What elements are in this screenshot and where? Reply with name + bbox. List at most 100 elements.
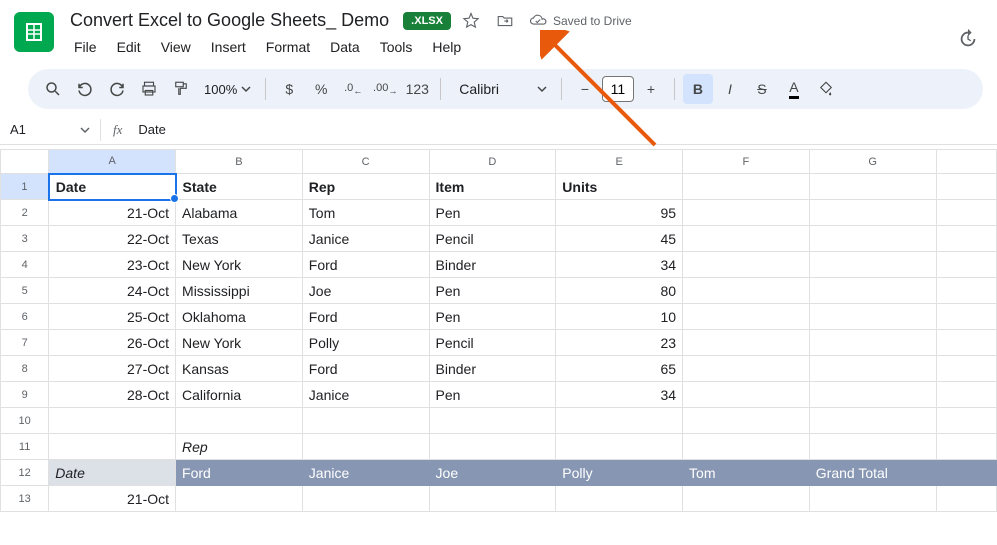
cell[interactable]: 21-Oct	[49, 200, 176, 226]
cell[interactable]	[302, 486, 429, 512]
cell[interactable]: Rep	[176, 434, 303, 460]
cell[interactable]	[809, 252, 936, 278]
cell[interactable]	[936, 486, 996, 512]
cell[interactable]: Ford	[176, 460, 303, 486]
cell[interactable]	[429, 408, 556, 434]
cell[interactable]: Mississippi	[176, 278, 303, 304]
cell[interactable]	[429, 434, 556, 460]
fill-color-button[interactable]	[811, 74, 841, 104]
select-all-corner[interactable]	[1, 150, 49, 174]
bold-button[interactable]: B	[683, 74, 713, 104]
row-header-12[interactable]: 12	[1, 460, 49, 486]
paint-format-icon[interactable]	[166, 74, 196, 104]
cell[interactable]: 80	[556, 278, 683, 304]
cell[interactable]: Pen	[429, 382, 556, 408]
text-color-button[interactable]: A	[779, 74, 809, 104]
cell[interactable]	[683, 486, 810, 512]
cell[interactable]	[936, 278, 996, 304]
decrease-decimal-icon[interactable]: .0←	[338, 74, 368, 104]
cell[interactable]	[936, 434, 996, 460]
print-icon[interactable]	[134, 74, 164, 104]
cell[interactable]	[809, 278, 936, 304]
cell[interactable]: Polly	[556, 460, 683, 486]
row-header-5[interactable]: 5	[1, 278, 49, 304]
cell[interactable]	[809, 486, 936, 512]
cell[interactable]	[936, 252, 996, 278]
cell[interactable]: 45	[556, 226, 683, 252]
cell[interactable]	[683, 252, 810, 278]
cell[interactable]	[936, 382, 996, 408]
spreadsheet-grid[interactable]: A B C D E F G 1 Date State Rep Item Unit…	[0, 149, 997, 512]
cell[interactable]	[936, 408, 996, 434]
cell[interactable]	[302, 434, 429, 460]
col-header-b[interactable]: B	[176, 150, 303, 174]
cell[interactable]: Ford	[302, 304, 429, 330]
row-header-9[interactable]: 9	[1, 382, 49, 408]
cell[interactable]: Pen	[429, 304, 556, 330]
font-size-input[interactable]	[602, 76, 634, 102]
cell[interactable]: Alabama	[176, 200, 303, 226]
cell[interactable]	[936, 460, 996, 486]
cell[interactable]: Units	[556, 174, 683, 200]
cell[interactable]	[809, 226, 936, 252]
cell-reference-box[interactable]: A1	[0, 122, 100, 137]
formula-content[interactable]: Date	[134, 122, 997, 137]
col-header-g[interactable]: G	[809, 150, 936, 174]
strikethrough-button[interactable]: S	[747, 74, 777, 104]
menu-tools[interactable]: Tools	[372, 35, 421, 59]
cell[interactable]: Joe	[429, 460, 556, 486]
menu-data[interactable]: Data	[322, 35, 368, 59]
cell[interactable]	[683, 408, 810, 434]
cell[interactable]: 34	[556, 382, 683, 408]
search-icon[interactable]	[38, 74, 68, 104]
sheets-logo[interactable]	[14, 12, 54, 52]
undo-icon[interactable]	[70, 74, 100, 104]
cell[interactable]: Pencil	[429, 330, 556, 356]
cell[interactable]	[49, 434, 176, 460]
percent-button[interactable]: %	[306, 74, 336, 104]
cell[interactable]: New York	[176, 330, 303, 356]
cell[interactable]: Date	[49, 174, 176, 200]
cell[interactable]: Janice	[302, 226, 429, 252]
cell[interactable]: 25-Oct	[49, 304, 176, 330]
cell[interactable]	[49, 408, 176, 434]
col-header-c[interactable]: C	[302, 150, 429, 174]
redo-icon[interactable]	[102, 74, 132, 104]
cell[interactable]	[429, 486, 556, 512]
row-header-7[interactable]: 7	[1, 330, 49, 356]
cell[interactable]: Kansas	[176, 356, 303, 382]
cell[interactable]	[809, 330, 936, 356]
cell[interactable]: Janice	[302, 382, 429, 408]
zoom-dropdown[interactable]: 100%	[198, 82, 257, 97]
font-size-plus[interactable]: +	[636, 74, 666, 104]
cell[interactable]: Grand Total	[809, 460, 936, 486]
cell[interactable]: Date	[49, 460, 176, 486]
cell[interactable]	[176, 486, 303, 512]
cell[interactable]	[809, 408, 936, 434]
cell[interactable]: 10	[556, 304, 683, 330]
cell[interactable]: Binder	[429, 356, 556, 382]
format-123-button[interactable]: 123	[402, 74, 432, 104]
cell[interactable]	[683, 304, 810, 330]
row-header-6[interactable]: 6	[1, 304, 49, 330]
cell[interactable]: 95	[556, 200, 683, 226]
cell[interactable]: 24-Oct	[49, 278, 176, 304]
row-header-8[interactable]: 8	[1, 356, 49, 382]
cell[interactable]	[556, 486, 683, 512]
cell[interactable]	[556, 434, 683, 460]
cell[interactable]: 34	[556, 252, 683, 278]
cell[interactable]	[683, 278, 810, 304]
cell[interactable]	[683, 226, 810, 252]
cell[interactable]	[302, 408, 429, 434]
cell[interactable]: Pen	[429, 200, 556, 226]
row-header-13[interactable]: 13	[1, 486, 49, 512]
menu-file[interactable]: File	[66, 35, 105, 59]
cell[interactable]: Ford	[302, 356, 429, 382]
row-header-1[interactable]: 1	[1, 174, 49, 200]
cell[interactable]	[936, 174, 996, 200]
cell[interactable]: 65	[556, 356, 683, 382]
col-header-h[interactable]	[936, 150, 996, 174]
cell[interactable]: State	[176, 174, 303, 200]
cell[interactable]: Pen	[429, 278, 556, 304]
cell[interactable]: 21-Oct	[49, 486, 176, 512]
